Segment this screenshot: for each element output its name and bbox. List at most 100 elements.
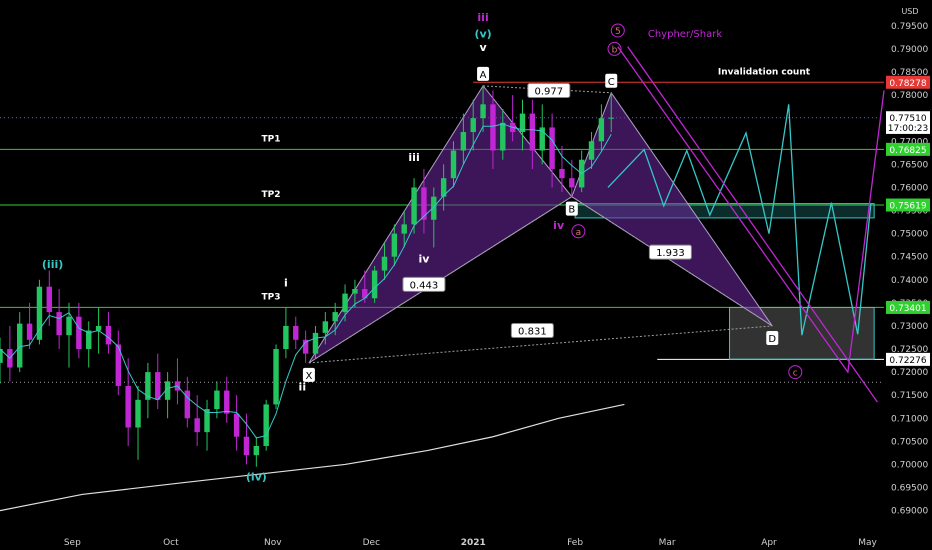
time-tick-6: Mar <box>659 538 676 548</box>
candle-body-8 <box>76 316 82 350</box>
ratio-label-0: 0.977 <box>534 86 563 97</box>
candle-body-33 <box>322 321 329 333</box>
pattern-point-D: D <box>768 334 776 345</box>
pattern-name: Chypher/Shark <box>648 29 722 40</box>
level-label-3: Invalidation count <box>718 67 811 77</box>
level-label-0: TP1 <box>262 134 281 144</box>
pattern-point-X: X <box>305 371 312 382</box>
price-tick-5: 0.71500 <box>891 391 928 401</box>
candle-body-40 <box>391 233 398 257</box>
wave-label-2: i <box>284 277 288 290</box>
candle-body-48 <box>470 118 476 133</box>
candle-body-23 <box>224 390 230 414</box>
candle-body-49 <box>480 104 486 119</box>
price-tick-20: 0.79000 <box>891 45 928 55</box>
candle-body-58 <box>569 178 575 188</box>
time-tick-8: May <box>858 538 877 548</box>
candle-body-60 <box>588 141 595 160</box>
candle-body-38 <box>371 270 378 299</box>
ratio-label-3: 0.831 <box>518 327 547 338</box>
pattern-point-C: C <box>608 77 615 88</box>
time-tick-5: Feb <box>567 538 583 548</box>
price-tick-11: 0.74500 <box>891 253 928 263</box>
time-tick-3: Dec <box>363 538 380 548</box>
price-tick-6: 0.72000 <box>891 368 928 378</box>
wave-label-9: iv <box>553 219 565 232</box>
time-tick-0: Sep <box>64 538 81 548</box>
price-tick-1: 0.69500 <box>891 484 928 494</box>
price-tag-4: 0.75619 <box>889 202 926 212</box>
wave-label-7: (v) <box>474 27 491 40</box>
candle-body-39 <box>381 256 388 271</box>
candle-body-6 <box>56 312 62 336</box>
candle-body-30 <box>293 325 299 340</box>
candle-body-51 <box>500 122 506 151</box>
candle-body-47 <box>460 132 467 151</box>
candle-body-20 <box>194 418 200 433</box>
wave-label-6: v <box>479 41 487 54</box>
price-tick-0: 0.69000 <box>891 507 928 517</box>
candle-body-14 <box>135 399 141 428</box>
price-tick-4: 0.71000 <box>891 414 928 424</box>
candle-body-11 <box>105 325 112 345</box>
candle-body-54 <box>529 113 536 151</box>
candle-body-57 <box>559 168 565 179</box>
price-chart[interactable]: TP1 TP2 TP3 Invalidation count X A B C D 0.977 0.… <box>0 0 932 550</box>
candle-body-22 <box>214 390 220 410</box>
time-tick-7: Apr <box>761 538 777 548</box>
candle-body-3 <box>26 323 33 340</box>
time-tick-4: 2021 <box>461 538 486 548</box>
candle-body-32 <box>312 332 319 354</box>
price-tick-12: 0.75000 <box>891 230 928 240</box>
candle-body-46 <box>450 150 457 179</box>
currency-label: USD <box>901 7 918 16</box>
candle-body-13 <box>125 385 131 428</box>
price-tick-2: 0.70000 <box>891 460 928 470</box>
candle-body-7 <box>66 316 72 336</box>
ratio-label-2: 1.933 <box>656 248 685 259</box>
abc-label-1: b <box>612 45 618 55</box>
price-tick-3: 0.70500 <box>891 437 928 447</box>
candle-body-61 <box>598 118 605 142</box>
level-label-1: TP2 <box>262 190 281 200</box>
price-tag-3: 0.76825 <box>889 146 926 156</box>
candle-body-42 <box>411 187 417 225</box>
price-tag-0: 0.78278 <box>889 79 926 89</box>
abc-label-2: c <box>793 369 798 379</box>
candle-body-16 <box>155 372 161 400</box>
candle-body-28 <box>273 349 279 405</box>
abc-label-0: a <box>576 228 582 238</box>
price-tick-8: 0.73000 <box>891 322 928 332</box>
candle-body-27 <box>263 404 269 446</box>
candle-body-5 <box>46 286 53 313</box>
candle-body-56 <box>549 127 555 169</box>
price-tick-14: 0.76000 <box>891 183 928 193</box>
candle-body-15 <box>145 372 151 400</box>
candle-body-36 <box>352 289 358 294</box>
price-tick-21: 0.79500 <box>891 22 928 32</box>
candle-body-41 <box>401 224 407 234</box>
candle-body-29 <box>283 325 289 350</box>
candle-body-35 <box>342 293 348 313</box>
candle-body-25 <box>243 436 250 456</box>
candle-body-62 <box>608 117 614 119</box>
candle-body-34 <box>332 312 338 322</box>
ratio-label-1: 0.443 <box>410 280 439 291</box>
price-tag-5: 0.73401 <box>889 304 926 314</box>
candle-body-10 <box>95 325 102 331</box>
price-tag-6: 0.72276 <box>889 356 926 366</box>
candle-body-26 <box>253 445 260 456</box>
time-tick-2: Nov <box>264 538 282 548</box>
candle-body-24 <box>233 413 240 437</box>
price-tick-15: 0.76500 <box>891 160 928 170</box>
price-tick-18: 0.78000 <box>891 91 928 101</box>
level-label-2: TP3 <box>262 292 281 302</box>
price-tick-10: 0.74000 <box>891 276 928 286</box>
candle-body-2 <box>17 323 23 368</box>
pattern-point-A: A <box>480 70 487 81</box>
wave-label-8: iii <box>477 11 488 24</box>
wave-label-1: (iv) <box>246 471 267 484</box>
time-tick-1: Oct <box>163 538 179 548</box>
abc-label-3: 5 <box>615 27 621 37</box>
wave-label-3: ii <box>299 381 307 394</box>
